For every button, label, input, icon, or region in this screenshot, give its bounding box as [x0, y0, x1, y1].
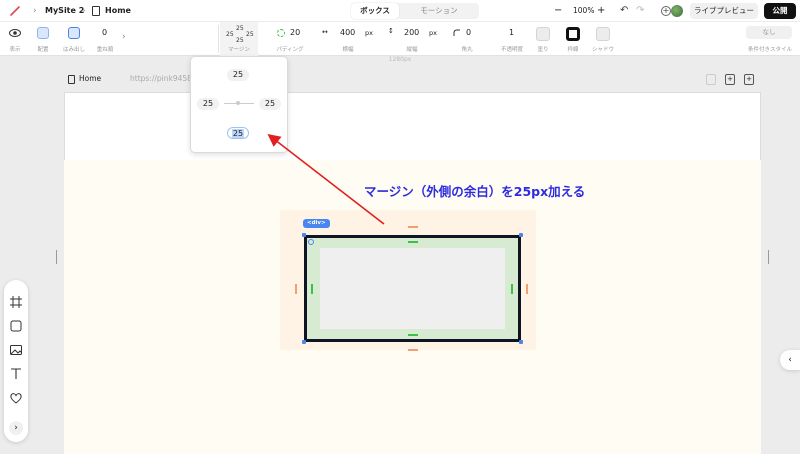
- right-panel-toggle[interactable]: ‹: [780, 350, 800, 370]
- dock-expand-button[interactable]: ›: [9, 421, 23, 435]
- annotation-arrow: [267, 134, 385, 225]
- text-icon[interactable]: [9, 367, 23, 381]
- frame-icon[interactable]: [9, 295, 23, 309]
- insert-tool-dock: ›: [4, 280, 28, 442]
- rectangle-icon[interactable]: [9, 319, 23, 333]
- annotation-text: マージン（外側の余白）を25px加える: [364, 184, 586, 199]
- heart-icon[interactable]: [9, 391, 23, 405]
- image-icon[interactable]: [9, 343, 23, 357]
